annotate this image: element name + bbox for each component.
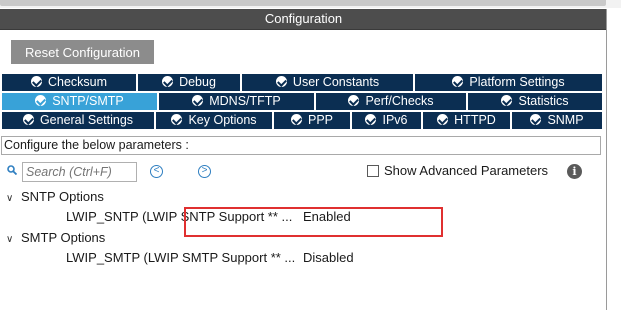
tab-statistics[interactable]: Statistics: [468, 93, 602, 110]
tab-label: PPP: [307, 113, 333, 127]
panel-divider: [606, 9, 607, 310]
param-name: LWIP_SMTP (LWIP SMTP Support ** ...: [66, 250, 296, 265]
check-circle-icon: [501, 95, 513, 106]
tab-label: MDNS/TFTP: [209, 94, 281, 108]
check-circle-icon: [365, 114, 377, 125]
search-toolbar: < > Show Advanced Parameters i: [2, 162, 602, 182]
top-scrollbar[interactable]: [0, 0, 621, 8]
group-label: SMTP Options: [21, 230, 106, 245]
chevron-down-icon[interactable]: ∨: [6, 234, 18, 245]
show-advanced-checkbox[interactable]: [367, 165, 379, 177]
tab-label: User Constants: [292, 75, 380, 89]
tab-ipv6[interactable]: IPv6: [352, 112, 421, 129]
tab-user-constants[interactable]: User Constants: [242, 74, 413, 91]
check-circle-icon: [437, 114, 449, 125]
tab-label: SNMP: [547, 113, 584, 127]
highlight-box: [184, 207, 443, 237]
tab-debug[interactable]: Debug: [138, 74, 240, 91]
reset-configuration-button[interactable]: Reset Configuration: [11, 40, 154, 64]
tab-label: SNTP/SMTP: [52, 94, 124, 108]
check-circle-icon: [35, 95, 47, 106]
search-icon: [7, 165, 17, 175]
show-advanced-label: Show Advanced Parameters: [384, 163, 549, 178]
check-circle-icon: [452, 76, 464, 87]
prev-match-icon[interactable]: <: [150, 165, 163, 178]
tab-label: HTTPD: [454, 113, 496, 127]
scrollbar-thumb[interactable]: [0, 0, 606, 6]
tab-mdns-tftp[interactable]: MDNS/TFTP: [159, 93, 314, 110]
tab-checksum[interactable]: Checksum: [2, 74, 136, 91]
panel-title: Configuration: [0, 9, 607, 30]
check-circle-icon: [192, 95, 204, 106]
chevron-down-icon[interactable]: ∨: [6, 193, 18, 204]
tab-label: Debug: [179, 75, 216, 89]
tab-label: Key Options: [188, 113, 257, 127]
check-circle-icon: [290, 114, 302, 125]
tab-key-options[interactable]: Key Options: [156, 112, 272, 129]
tab-label: IPv6: [382, 113, 408, 127]
tab-ppp[interactable]: PPP: [274, 112, 350, 129]
check-circle-icon: [275, 76, 287, 87]
tab-label: Perf/Checks: [365, 94, 434, 108]
tab-label: Platform Settings: [469, 75, 565, 89]
check-circle-icon: [30, 76, 42, 87]
group-sntp-options[interactable]: ∨ SNTP Options: [6, 189, 104, 204]
parameters-subtitle: Configure the below parameters :: [1, 136, 601, 155]
tab-sntp-smtp[interactable]: SNTP/SMTP: [2, 93, 157, 110]
tab-general-settings[interactable]: General Settings: [2, 112, 154, 129]
check-circle-icon: [171, 114, 183, 125]
check-circle-icon: [22, 114, 34, 125]
tab-snmp[interactable]: SNMP: [512, 112, 602, 129]
check-circle-icon: [348, 95, 360, 106]
tab-httpd[interactable]: HTTPD: [423, 112, 510, 129]
tab-platform-settings[interactable]: Platform Settings: [415, 74, 602, 91]
check-circle-icon: [162, 76, 174, 87]
group-smtp-options[interactable]: ∨ SMTP Options: [6, 230, 105, 245]
tab-label: Checksum: [47, 75, 108, 89]
info-icon[interactable]: i: [567, 164, 582, 179]
next-match-icon[interactable]: >: [198, 165, 211, 178]
search-input[interactable]: [22, 162, 137, 182]
group-label: SNTP Options: [21, 189, 104, 204]
tab-label: General Settings: [39, 113, 134, 127]
tab-bar: Checksum Debug User Constants Platform S…: [2, 74, 602, 130]
param-value[interactable]: Disabled: [303, 250, 354, 265]
tab-perf-checks[interactable]: Perf/Checks: [316, 93, 466, 110]
param-lwip-smtp[interactable]: LWIP_SMTP (LWIP SMTP Support ** ... Disa…: [66, 250, 354, 265]
check-circle-icon: [530, 114, 542, 125]
tab-label: Statistics: [518, 94, 569, 108]
